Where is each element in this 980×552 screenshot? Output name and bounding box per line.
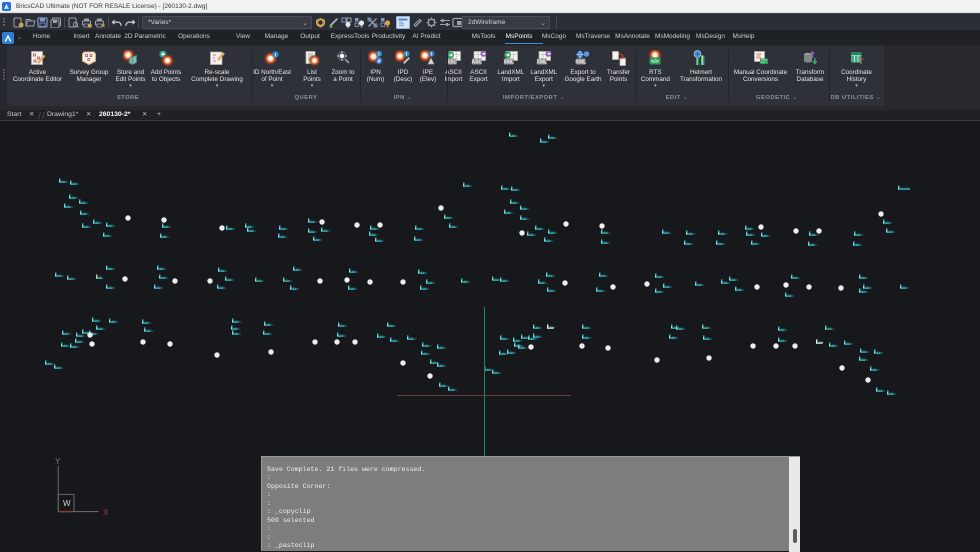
svg-text:W: W: [63, 499, 71, 508]
svg-text:X: X: [103, 508, 109, 517]
svg-text:Y: Y: [55, 457, 61, 466]
